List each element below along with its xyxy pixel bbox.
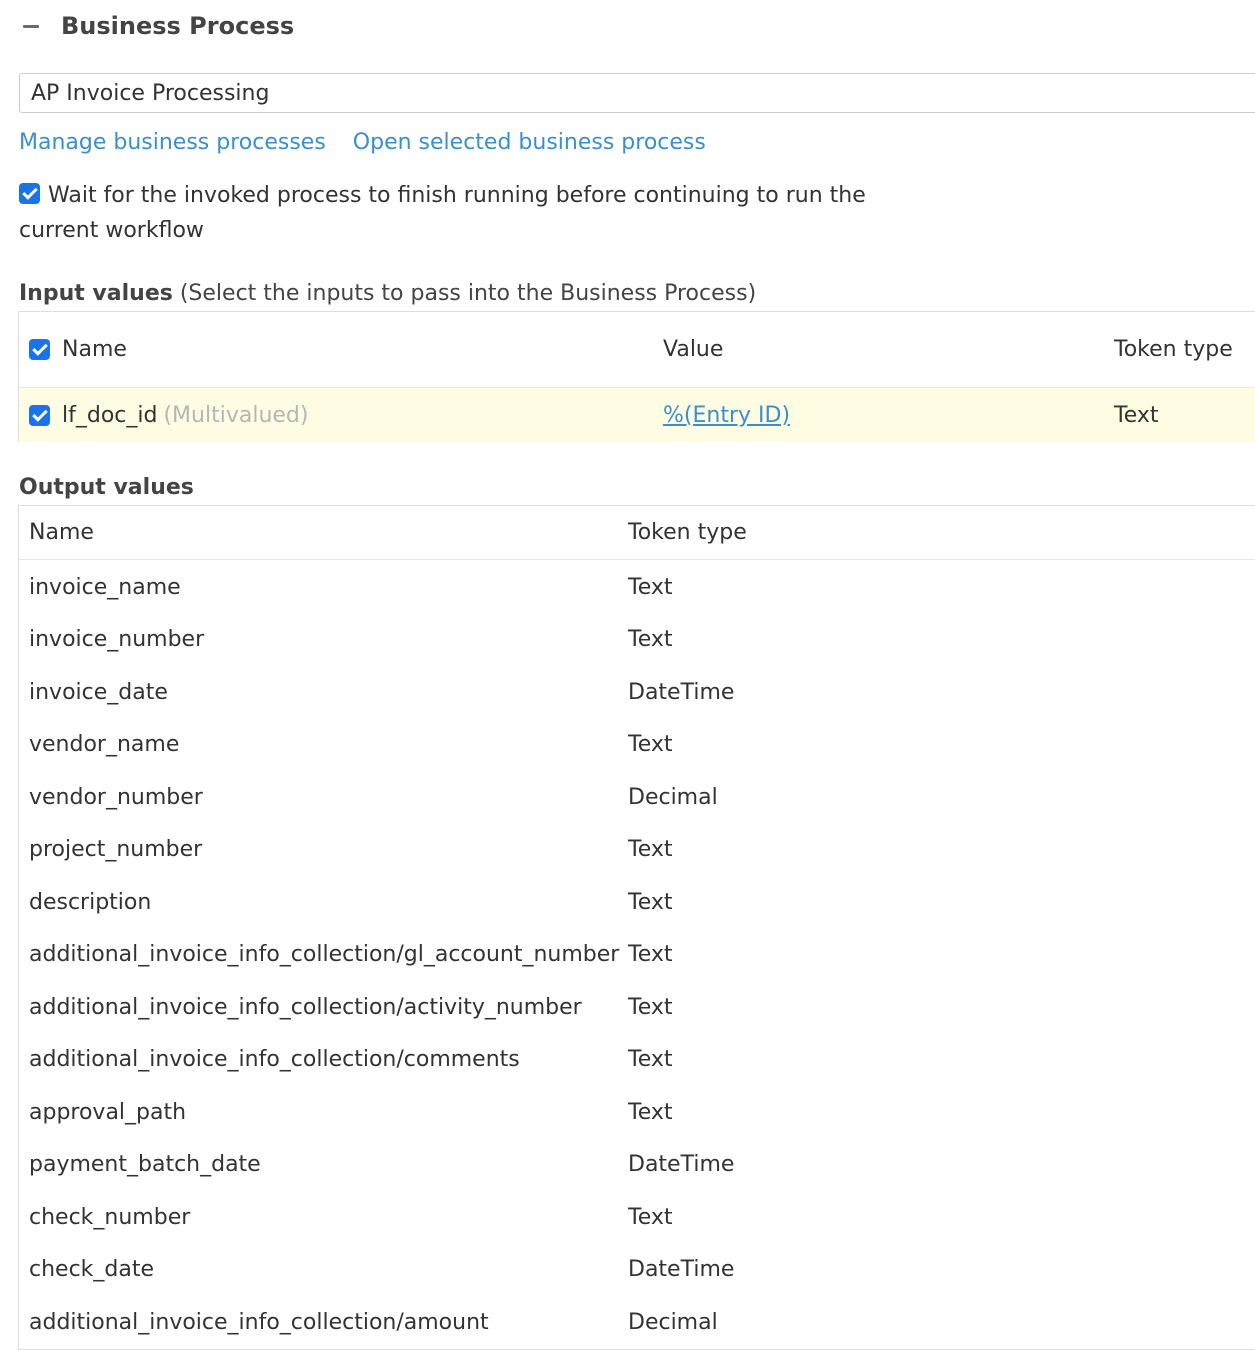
process-links: Manage business processes Open selected … (19, 124, 706, 160)
output-row-token-type: Text (628, 574, 673, 600)
input-row-value-cell: %(Entry ID) (663, 388, 790, 442)
output-row-name: invoice_name (29, 574, 181, 600)
input-row-token-type: Text (1114, 402, 1159, 428)
open-selected-business-process-link[interactable]: Open selected business process (353, 130, 706, 155)
output-row-token-type: Text (628, 1047, 673, 1073)
output-row-name: payment_batch_date (29, 1152, 261, 1178)
output-table-header: Name Token type (19, 506, 1255, 560)
section-title: Business Process (61, 12, 295, 40)
wait-for-process-checkbox[interactable] (19, 183, 40, 204)
input-row: lf_doc_id (Multivalued) %(Entry ID) Text (19, 388, 1255, 442)
select-all-inputs-checkbox[interactable] (29, 339, 50, 360)
input-table-header: Name Value Token type (19, 312, 1255, 388)
input-row-name-cell: lf_doc_id (Multivalued) (29, 388, 308, 442)
input-row-name: lf_doc_id (62, 402, 158, 428)
input-values-title: Input values (19, 280, 173, 306)
wait-for-process-label: Wait for the invoked process to finish r… (19, 183, 866, 243)
input-row-checkbox[interactable] (29, 404, 50, 426)
output-row-token-type: Text (628, 1204, 673, 1230)
output-row: additional_invoice_info_collection/comme… (19, 1034, 1255, 1087)
output-row-token-type: Decimal (628, 1309, 718, 1335)
output-row-name: approval_path (29, 1099, 187, 1125)
output-row: payment_batch_date DateTime (19, 1139, 1255, 1192)
output-values-table: Name Token type invoice_name Text invoice… (18, 505, 1255, 1350)
output-row-name: additional_invoice_info_collection/gl_ac… (29, 942, 620, 968)
output-row-token-type: Decimal (628, 784, 718, 810)
output-row-token-type: DateTime (628, 1152, 735, 1178)
output-row-name: description (29, 889, 152, 915)
input-column-token-type: Token type (1114, 337, 1233, 362)
output-row-name: check_number (29, 1204, 191, 1230)
output-column-name: Name (29, 520, 94, 545)
output-row-name: additional_invoice_info_collection/comme… (29, 1047, 520, 1073)
output-row-token-type: DateTime (628, 679, 735, 705)
output-row: invoice_name Text (19, 561, 1255, 614)
input-select-all: Name (29, 312, 127, 387)
output-row-name: invoice_number (29, 627, 205, 653)
output-row-name: check_date (29, 1257, 155, 1283)
output-row: additional_invoice_info_collection/activ… (19, 981, 1255, 1034)
output-row-token-type: Text (628, 732, 673, 758)
output-row: additional_invoice_info_collection/amoun… (19, 1296, 1255, 1349)
output-row-name: vendor_number (29, 784, 203, 810)
business-process-panel: Business Process AP Invoice Processing M… (0, 0, 1255, 1350)
input-column-name: Name (62, 337, 127, 362)
output-row-token-type: DateTime (628, 1257, 735, 1283)
input-column-value: Value (663, 337, 724, 362)
output-row-name: project_number (29, 837, 203, 863)
output-row: additional_invoice_info_collection/gl_ac… (19, 929, 1255, 982)
output-row-name: additional_invoice_info_collection/activ… (29, 994, 582, 1020)
output-row-token-type: Text (628, 627, 673, 653)
output-row: vendor_name Text (19, 719, 1255, 772)
section-header: Business Process (20, 8, 294, 44)
output-row: check_date DateTime (19, 1244, 1255, 1297)
input-row-multivalued-note: (Multivalued) (163, 402, 309, 428)
wait-for-process-option: Wait for the invoked process to finish r… (19, 178, 939, 248)
output-row-name: invoice_date (29, 679, 168, 705)
output-table-body: invoice_name Text invoice_number Text invo… (19, 561, 1255, 1349)
output-values-heading: Output values (19, 474, 194, 500)
input-values-table: Name Value Token type lf_doc_id (Multiva… (18, 311, 1255, 442)
business-process-select[interactable]: AP Invoice Processing (19, 73, 1255, 113)
collapse-icon[interactable] (20, 16, 40, 36)
output-row: approval_path Text (19, 1086, 1255, 1139)
output-row-name: vendor_name (29, 732, 180, 758)
input-values-heading: Input values (Select the inputs to pass … (19, 276, 756, 310)
output-row-token-type: Text (628, 837, 673, 863)
output-row-token-type: Text (628, 889, 673, 915)
output-row: check_number Text (19, 1191, 1255, 1244)
output-row-name: additional_invoice_info_collection/amoun… (29, 1309, 489, 1335)
output-row: project_number Text (19, 824, 1255, 877)
output-row-token-type: Text (628, 1099, 673, 1125)
input-values-subtitle: (Select the inputs to pass into the Busi… (179, 280, 757, 306)
output-row: vendor_number Decimal (19, 771, 1255, 824)
input-row-value-token-link[interactable]: %(Entry ID) (663, 403, 790, 428)
manage-business-processes-link[interactable]: Manage business processes (19, 130, 326, 155)
output-row: invoice_date DateTime (19, 666, 1255, 719)
output-row: invoice_number Text (19, 614, 1255, 667)
output-row-token-type: Text (628, 942, 673, 968)
output-column-token-type: Token type (628, 520, 747, 545)
output-row: description Text (19, 876, 1255, 929)
business-process-select-value: AP Invoice Processing (31, 80, 270, 106)
output-row-token-type: Text (628, 994, 673, 1020)
